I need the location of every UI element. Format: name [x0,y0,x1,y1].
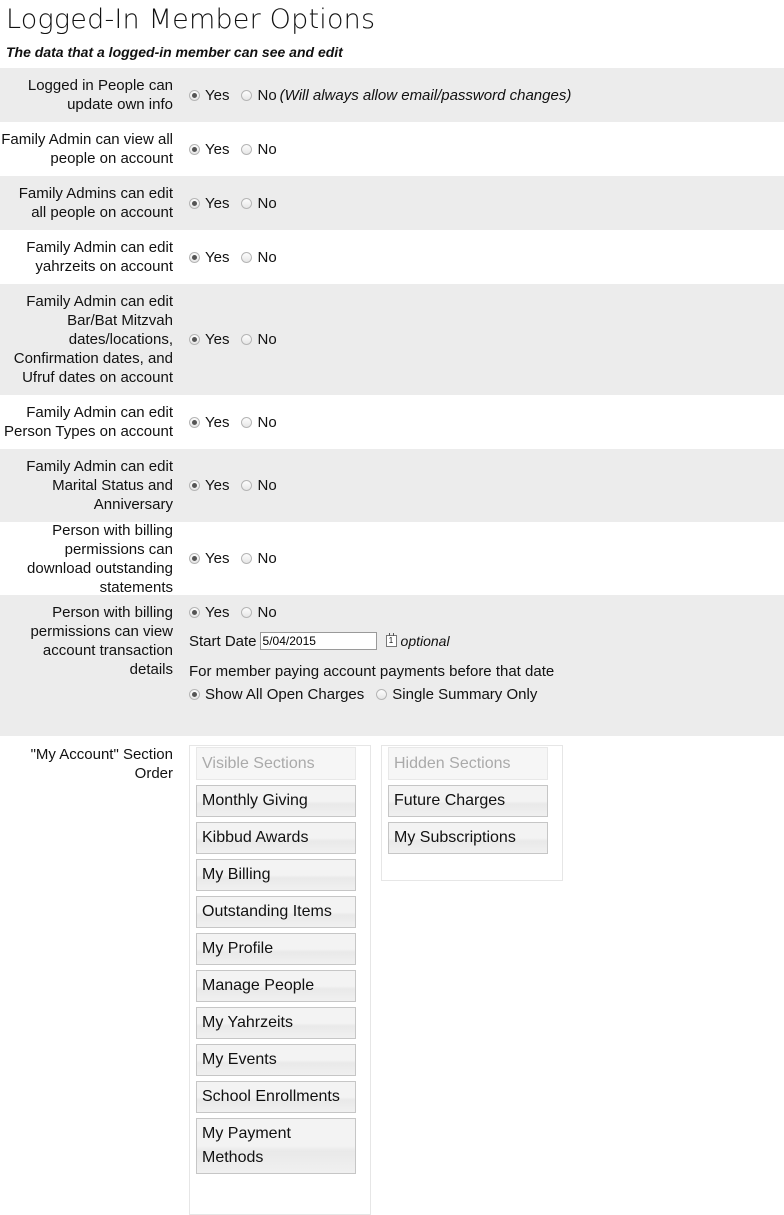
option-edit-marital-status: Family Admin can edit Marital Status and… [0,449,784,522]
option-view-transaction-details: Person with billing permissions can view… [0,595,784,736]
option-edit-person-types: Family Admin can edit Person Types on ac… [0,395,784,449]
section-order-label: "My Account" Section Order [30,746,173,782]
section-item[interactable]: My Payment Methods [196,1118,356,1174]
section-item[interactable]: My Subscriptions [388,822,548,854]
start-date-label: Start Date [189,632,257,650]
option-download-statements: Person with billing permissions can down… [0,521,784,596]
no-radio[interactable]: No [241,550,277,567]
option-label: Person with billing permissions can view… [30,604,173,678]
no-radio[interactable]: No [241,87,277,104]
no-radio[interactable]: No [241,477,277,494]
section-item[interactable]: My Events [196,1044,356,1076]
yes-radio[interactable]: Yes [189,141,229,158]
start-date-input[interactable] [259,632,377,650]
hidden-sections-header: Hidden Sections [388,747,548,780]
option-label: Person with billing permissions can down… [27,521,173,596]
yes-radio[interactable]: Yes [189,87,229,104]
no-radio[interactable]: No [241,414,277,431]
no-radio[interactable]: No [241,141,277,158]
yes-radio[interactable]: Yes [189,477,229,494]
visible-sections-header: Visible Sections [196,747,356,780]
no-radio[interactable]: No [241,331,277,348]
option-label: Family Admin can edit Person Types on ac… [4,404,173,440]
option-view-all-people: Family Admin can view all people on acco… [0,122,784,176]
option-edit-all-people: Family Admins can edit all people on acc… [0,176,784,230]
no-radio[interactable]: No [241,195,277,212]
section-item[interactable]: Kibbud Awards [196,822,356,854]
no-radio[interactable]: No [241,604,277,621]
yes-radio[interactable]: Yes [189,604,229,621]
section-item[interactable]: My Profile [196,933,356,965]
section-item[interactable]: Manage People [196,970,356,1002]
section-item[interactable]: My Yahrzeits [196,1007,356,1039]
section-order-row: "My Account" Section Order Visible Secti… [0,736,784,1215]
option-label: Family Admins can edit all people on acc… [18,185,173,221]
optional-label: optional [400,633,450,649]
calendar-icon[interactable]: 1 [385,633,397,647]
yes-radio[interactable]: Yes [189,550,229,567]
option-note: (Will always allow email/password change… [279,86,572,104]
no-radio[interactable]: No [241,249,277,266]
option-label: Family Admin can edit Marital Status and… [26,458,173,513]
section-item[interactable]: Outstanding Items [196,896,356,928]
option-edit-mitzvah-dates: Family Admin can edit Bar/Bat Mitzvah da… [0,284,784,395]
section-item[interactable]: Monthly Giving [196,785,356,817]
option-label: Family Admin can edit yahrzeits on accou… [26,239,173,275]
hidden-sections-list: Hidden Sections Future Charges My Subscr… [381,745,563,881]
page-subtitle: The data that a logged-in member can see… [6,44,343,60]
page-title: Logged-In Member Options [6,4,376,35]
option-update-own-info: Logged in People can update own info Yes… [0,68,784,122]
option-label: Family Admin can edit Bar/Bat Mitzvah da… [13,293,173,386]
yes-radio[interactable]: Yes [189,249,229,266]
section-item[interactable]: Future Charges [388,785,548,817]
visible-sections-list: Visible Sections Monthly Giving Kibbud A… [189,745,371,1215]
option-label: Logged in People can update own info [27,77,173,113]
option-edit-yahrzeits: Family Admin can edit yahrzeits on accou… [0,230,784,284]
yes-radio[interactable]: Yes [189,195,229,212]
yes-radio[interactable]: Yes [189,331,229,348]
payments-text: For member paying account payments befor… [189,663,555,680]
show-all-open-charges-radio[interactable]: Show All Open Charges [189,686,364,703]
yes-radio[interactable]: Yes [189,414,229,431]
section-item[interactable]: My Billing [196,859,356,891]
single-summary-only-radio[interactable]: Single Summary Only [376,686,537,703]
section-item[interactable]: School Enrollments [196,1081,356,1113]
option-label: Family Admin can view all people on acco… [1,131,173,167]
